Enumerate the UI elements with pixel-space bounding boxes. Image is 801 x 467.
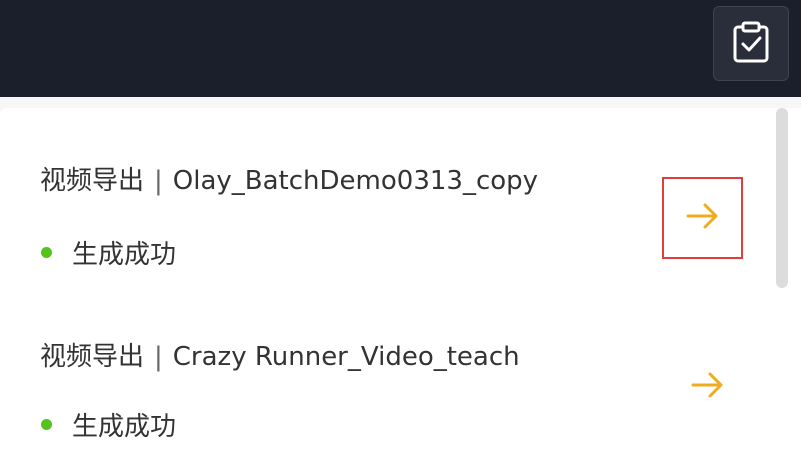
task-name: Olay_BatchDemo0313_copy bbox=[172, 166, 539, 196]
arrow-right-icon bbox=[686, 201, 720, 235]
status-text: 生成成功 bbox=[72, 240, 177, 270]
clipboard-check-icon bbox=[731, 21, 771, 67]
arrow-right-icon bbox=[691, 370, 725, 404]
task-type-label: 视频导出 bbox=[40, 166, 145, 196]
task-status: 生成成功 bbox=[40, 234, 176, 271]
task-type-label: 视频导出 bbox=[40, 342, 145, 372]
title-separator: | bbox=[154, 166, 163, 196]
task-name: Crazy Runner_Video_teach bbox=[172, 342, 520, 372]
task-title: 视频导出 | Crazy Runner_Video_teach bbox=[40, 336, 520, 373]
status-text: 生成成功 bbox=[72, 412, 177, 442]
task-panel: 视频导出 | Olay_BatchDemo0313_copy 生成成功 视频导出 | C… bbox=[0, 97, 801, 467]
success-status-dot bbox=[41, 419, 52, 430]
success-status-dot bbox=[41, 247, 52, 258]
open-task-button[interactable] bbox=[662, 177, 743, 259]
open-task-button[interactable] bbox=[668, 347, 748, 427]
task-title: 视频导出 | Olay_BatchDemo0313_copy bbox=[40, 160, 538, 197]
task-list: 视频导出 | Olay_BatchDemo0313_copy 生成成功 视频导出 | C… bbox=[0, 108, 801, 467]
task-status: 生成成功 bbox=[40, 406, 176, 443]
list-item: 视频导出 | Crazy Runner_Video_teach 生成成功 bbox=[0, 284, 775, 467]
top-bar bbox=[0, 0, 801, 97]
title-separator: | bbox=[154, 342, 163, 372]
list-item: 视频导出 | Olay_BatchDemo0313_copy 生成成功 bbox=[0, 108, 775, 284]
task-list-button[interactable] bbox=[713, 6, 789, 81]
scrollbar-thumb[interactable] bbox=[776, 108, 788, 288]
